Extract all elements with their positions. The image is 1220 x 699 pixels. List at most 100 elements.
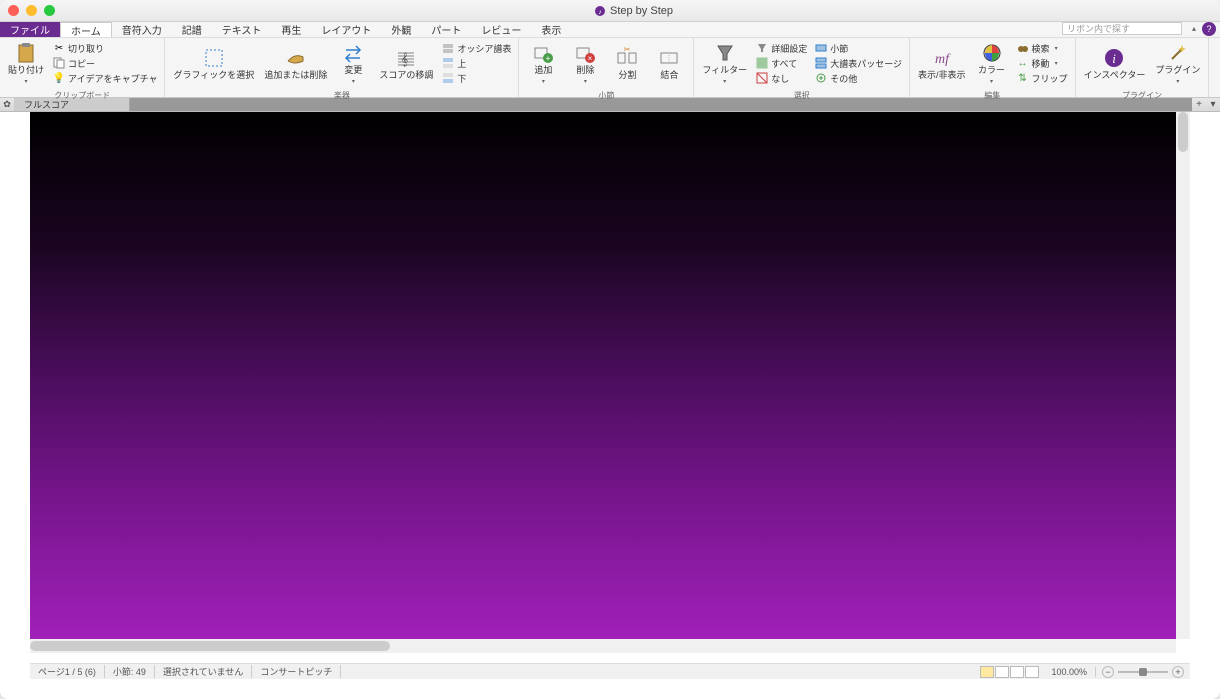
ossia-icon (442, 42, 454, 54)
status-zoom-value[interactable]: 100.00% (1043, 667, 1096, 677)
paste-label: 貼り付け (8, 66, 44, 76)
view-mode-2[interactable] (995, 666, 1009, 678)
window-title-text: Step by Step (610, 5, 673, 17)
select-other-button[interactable]: その他 (812, 71, 905, 85)
paste-button[interactable]: 貼り付け ▾ (4, 40, 48, 87)
zoom-out-button[interactable]: − (1102, 666, 1114, 678)
svg-text:✂: ✂ (624, 47, 631, 54)
delete-bar-button[interactable]: × 削除▾ (565, 40, 605, 87)
tab-layout[interactable]: レイアウト (311, 22, 381, 37)
ribbon-group-clipboard: 貼り付け ▾ ✂切り取り コピー 💡アイデアをキャプチャ クリップボード (0, 38, 165, 97)
change-icon (342, 42, 364, 64)
staff-above-button[interactable]: 上 (439, 56, 514, 70)
tab-view[interactable]: 表示 (531, 22, 571, 37)
zoom-in-button[interactable]: + (1172, 666, 1184, 678)
maximize-button[interactable] (44, 5, 55, 16)
select-all-icon (756, 57, 768, 69)
inspector-button[interactable]: i インスペクター (1080, 45, 1150, 83)
horizontal-scroll-thumb[interactable] (30, 641, 390, 651)
add-bar-button[interactable]: + 追加▾ (523, 40, 563, 87)
dynamic-icon: mf (931, 47, 953, 69)
ribbon-group-plugin: i インスペクター プラグイン▾ プラグイン (1076, 38, 1210, 97)
view-mode-3[interactable] (1010, 666, 1024, 678)
move-icon: ↔ (1017, 57, 1029, 69)
vertical-scroll-thumb[interactable] (1178, 112, 1188, 152)
tab-note-input[interactable]: 音符入力 (112, 22, 172, 37)
view-mode-1[interactable] (980, 666, 994, 678)
advanced-select-button[interactable]: 詳細設定 (753, 41, 810, 55)
find-button[interactable]: 検索▾ (1014, 41, 1071, 55)
tab-review[interactable]: レビュー (471, 22, 531, 37)
ossia-staff-button[interactable]: オッシア譜表 (439, 41, 514, 55)
svg-text:mf: mf (935, 52, 951, 67)
select-all-button[interactable]: すべて (753, 56, 810, 70)
bars-select-icon (815, 42, 827, 54)
tab-file[interactable]: ファイル (0, 22, 60, 37)
transpose-icon: 𝄞 (395, 47, 417, 69)
minimize-button[interactable] (26, 5, 37, 16)
svg-text:♪: ♪ (598, 9, 602, 16)
passage-icon (815, 57, 827, 69)
copy-button[interactable]: コピー (50, 56, 160, 70)
zoom-slider[interactable] (1118, 671, 1168, 673)
flip-icon: ⇅ (1017, 72, 1029, 84)
color-button[interactable]: カラー▾ (972, 40, 1012, 87)
horizontal-scrollbar[interactable] (30, 639, 1176, 653)
score-canvas[interactable] (30, 112, 1176, 639)
selection-icon (203, 47, 225, 69)
app-icon: ♪ (594, 5, 606, 17)
ribbon-group-edit: mf 表示/非表示 カラー▾ 検索▾ ↔移動▾ ⇅フリップ 編集 (910, 38, 1076, 97)
tab-home[interactable]: ホーム (60, 22, 112, 37)
window-controls (8, 5, 55, 16)
hide-show-button[interactable]: mf 表示/非表示 (914, 45, 970, 83)
filters-button[interactable]: フィルター▾ (698, 40, 751, 87)
filter-icon (714, 42, 736, 64)
transpose-score-button[interactable]: 𝄞 スコアの移調 (375, 45, 437, 83)
zoom-slider-thumb[interactable] (1139, 668, 1147, 676)
ribbon-search-input[interactable]: リボン内で探す (1062, 22, 1182, 35)
system-passage-button[interactable]: 大譜表パッセージ (812, 56, 905, 70)
capture-idea-button[interactable]: 💡アイデアをキャプチャ (50, 71, 160, 85)
close-button[interactable] (8, 5, 19, 16)
zoom-controls: − + (1096, 666, 1190, 678)
select-graphic-button[interactable]: グラフィックを選択 (169, 45, 258, 83)
select-group-label: 選択 (694, 89, 909, 102)
ribbon-group-bars: + 追加▾ × 削除▾ ✂ 分割 結合 小節 (519, 38, 694, 97)
status-selection: 選択されていません (155, 665, 252, 678)
ribbon: 貼り付け ▾ ✂切り取り コピー 💡アイデアをキャプチャ クリップボード グラフ… (0, 38, 1220, 98)
below-icon (442, 72, 454, 84)
ribbon-group-instruments: グラフィックを選択 追加または削除 変更▾ 𝄞 スコアの移調 オッシア譜表 上 … (165, 38, 519, 97)
tab-play[interactable]: 再生 (271, 22, 311, 37)
join-bar-button[interactable]: 結合 (649, 45, 689, 83)
svg-text:×: × (588, 54, 593, 63)
vertical-scrollbar[interactable] (1176, 112, 1190, 639)
ribbon-collapse-button[interactable]: ▴ (1188, 22, 1200, 34)
flip-button[interactable]: ⇅フリップ (1014, 71, 1071, 85)
svg-text:𝄞: 𝄞 (401, 52, 408, 66)
svg-text:i: i (1113, 51, 1117, 66)
status-page[interactable]: ページ1 / 5 (6) (30, 665, 105, 678)
split-bar-button[interactable]: ✂ 分割 (607, 45, 647, 83)
add-remove-instrument-button[interactable]: 追加または削除 (260, 45, 331, 83)
wand-icon (1167, 42, 1189, 64)
view-mode-4[interactable] (1025, 666, 1039, 678)
select-none-button[interactable]: なし (753, 71, 810, 85)
help-button[interactable]: ? (1202, 22, 1216, 36)
copy-icon (53, 57, 65, 69)
tab-appearance[interactable]: 外観 (381, 22, 421, 37)
cut-button[interactable]: ✂切り取り (50, 41, 160, 55)
ribbon-tabs: ファイル ホーム 音符入力 記譜 テキスト 再生 レイアウト 外観 パート レビ… (0, 22, 1220, 38)
status-concert-pitch[interactable]: コンサートピッチ (252, 665, 341, 678)
staff-below-button[interactable]: 下 (439, 71, 514, 85)
tab-parts[interactable]: パート (421, 22, 471, 37)
plugin-group-label: プラグイン (1076, 89, 1209, 102)
status-bars[interactable]: 小節: 49 (105, 665, 155, 678)
change-instrument-button[interactable]: 変更▾ (333, 40, 373, 87)
move-button[interactable]: ↔移動▾ (1014, 56, 1071, 70)
tab-text[interactable]: テキスト (212, 22, 272, 37)
plugins-button[interactable]: プラグイン▾ (1151, 40, 1204, 87)
split-icon: ✂ (616, 47, 638, 69)
tab-notation[interactable]: 記譜 (172, 22, 212, 37)
canvas-area (30, 112, 1190, 653)
select-bars-button[interactable]: 小節 (812, 41, 905, 55)
